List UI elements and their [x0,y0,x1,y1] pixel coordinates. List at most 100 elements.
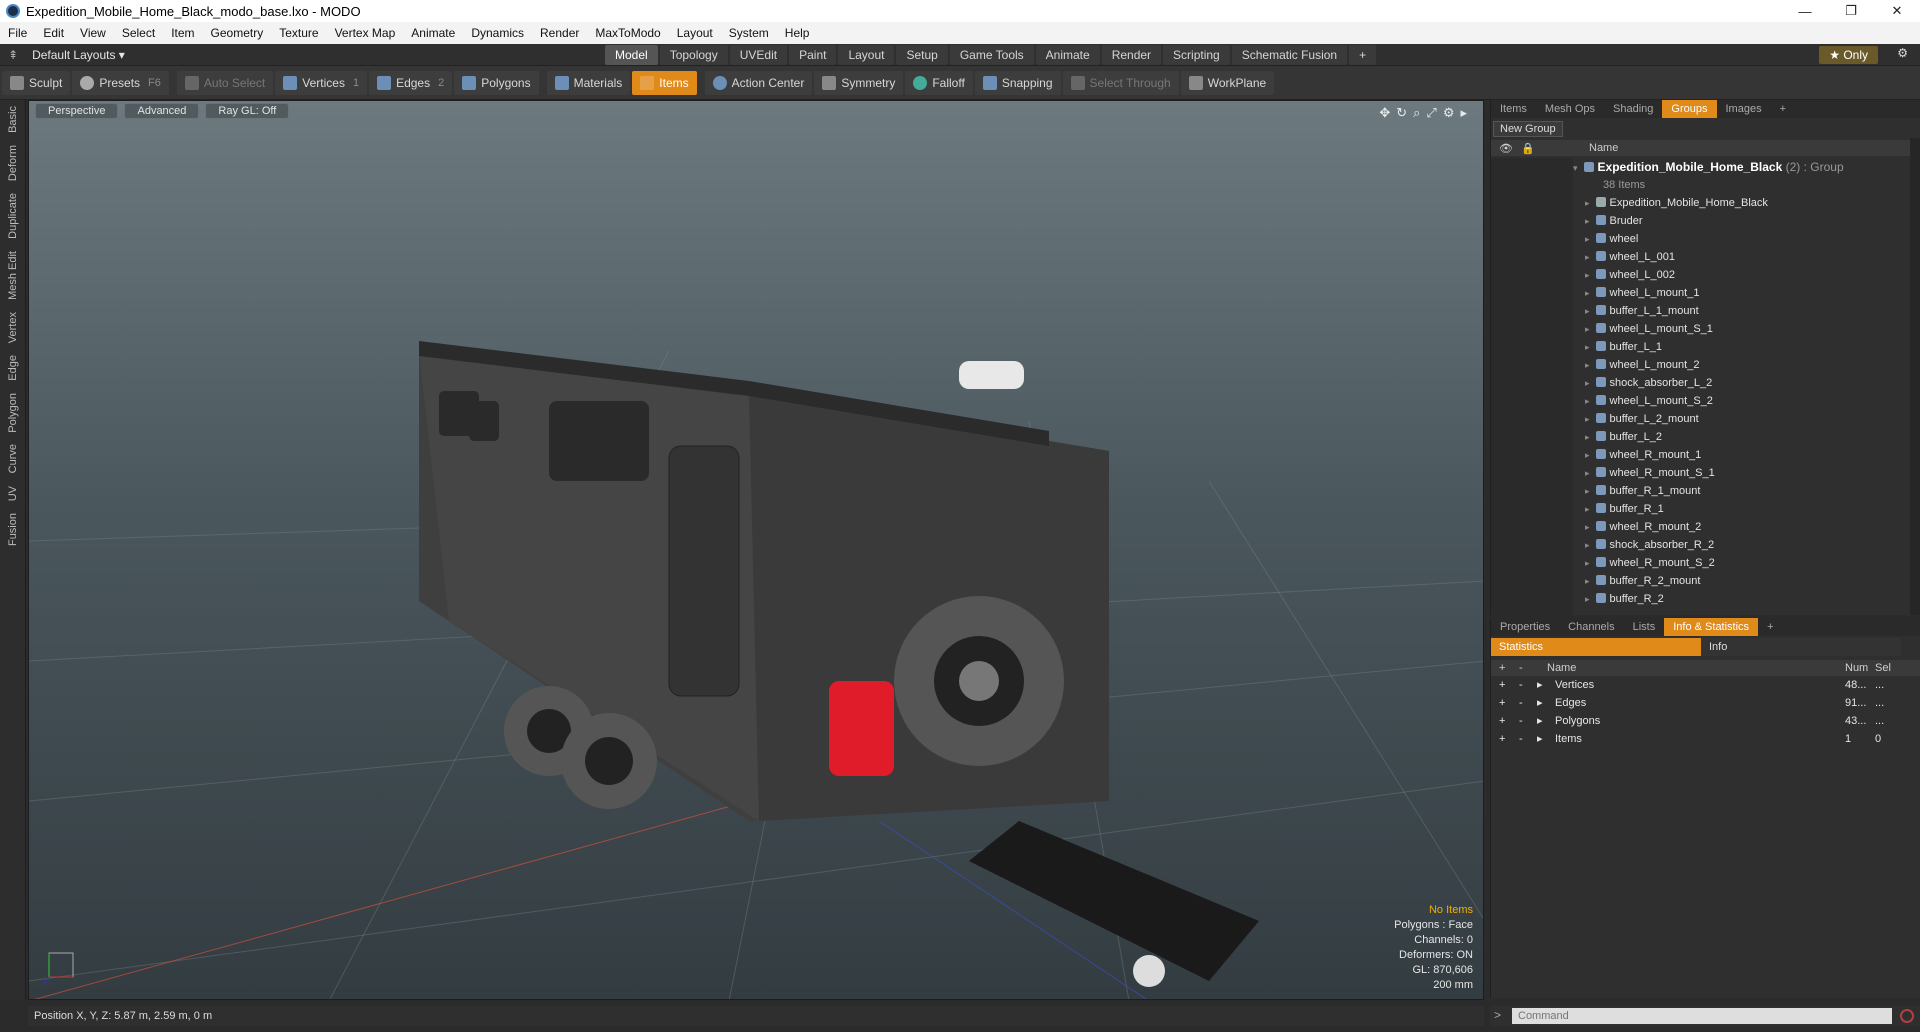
polygons-button[interactable]: Polygons [454,70,539,95]
menu-vertex-map[interactable]: Vertex Map [327,26,404,40]
action-center-button[interactable]: Action Center [704,70,813,95]
tab-info-statistics[interactable]: Info & Statistics [1664,618,1759,636]
remove-icon[interactable]: - [1519,694,1523,712]
sculpt-button[interactable]: Sculpt [2,70,71,95]
list-item[interactable]: ▸ buffer_L_2 [1573,428,1911,446]
expand-arrow-icon[interactable]: ▸ [1585,270,1590,280]
viewport-menu-icon[interactable]: ▸ [1460,105,1467,121]
tab-topology[interactable]: Topology [659,45,728,65]
menu-layout[interactable]: Layout [669,26,721,40]
list-item[interactable]: ▸ buffer_L_2_mount [1573,410,1911,428]
list-item[interactable]: ▸ buffer_L_1 [1573,338,1911,356]
menu-help[interactable]: Help [777,26,818,40]
expand-arrow-icon[interactable]: ▸ [1537,676,1543,694]
pan-icon[interactable]: ✥ [1379,105,1390,121]
expand-arrow-icon[interactable]: ▸ [1585,234,1590,244]
list-item[interactable]: ▸ wheel_L_001 [1573,248,1911,266]
stats-row-items[interactable]: + - ▸ Items 1 0 [1491,730,1920,748]
list-item[interactable]: ▸ wheel_L_002 [1573,266,1911,284]
expand-arrow-icon[interactable]: ▸ [1585,576,1590,586]
expand-arrow-icon[interactable]: ▸ [1585,198,1590,208]
list-item[interactable]: ▸ wheel_L_mount_S_2 [1573,392,1911,410]
expand-arrow-icon[interactable]: ▸ [1585,468,1590,478]
menu-item[interactable]: Item [163,26,202,40]
items-button[interactable]: Items [632,70,697,95]
expand-arrow-icon[interactable]: ▸ [1585,540,1590,550]
fit-icon[interactable]: ⤢ [1426,105,1436,121]
expand-arrow-icon[interactable]: ▸ [1585,486,1590,496]
list-item[interactable]: ▸ wheel [1573,230,1911,248]
tab-scripting[interactable]: Scripting [1163,45,1230,65]
expand-arrow-icon[interactable]: ▸ [1537,694,1543,712]
menu-view[interactable]: View [72,26,114,40]
palette-mesh-edit[interactable]: Mesh Edit [7,245,19,306]
symmetry-button[interactable]: Symmetry [814,70,904,95]
palette-basic[interactable]: Basic [7,100,19,139]
tab-paint[interactable]: Paint [789,45,837,65]
advanced-button[interactable]: Advanced [124,103,200,119]
view-type-button[interactable]: Perspective [35,103,119,119]
tab-game-tools[interactable]: Game Tools [949,45,1034,65]
select-through-button[interactable]: Select Through [1062,70,1179,95]
expand-arrow-icon[interactable]: ▸ [1585,306,1590,316]
edges-button[interactable]: Edges 2 [369,70,453,95]
list-item[interactable]: ▸ wheel_L_mount_1 [1573,284,1911,302]
menu-file[interactable]: File [0,26,35,40]
viewport-settings-icon[interactable]: ⚙ [1443,105,1455,121]
record-macro-icon[interactable] [1900,1009,1914,1023]
menu-render[interactable]: Render [532,26,587,40]
menu-edit[interactable]: Edit [35,26,72,40]
stats-row-vertices[interactable]: + - ▸ Vertices 48... ... [1491,676,1920,694]
info-tab[interactable]: Info [1701,638,1901,656]
maximize-button[interactable]: ❐ [1828,0,1874,22]
add-tab-button[interactable]: + [1349,45,1377,65]
remove-icon[interactable]: - [1519,730,1523,748]
list-item[interactable]: ▸ wheel_R_mount_1 [1573,446,1911,464]
raygl-button[interactable]: Ray GL: Off [205,103,290,119]
expand-arrow-icon[interactable]: ▸ [1537,712,1543,730]
expand-arrow-icon[interactable]: ▸ [1585,414,1590,424]
expand-arrow-icon[interactable]: ▸ [1585,252,1590,262]
stats-row-edges[interactable]: + - ▸ Edges 91... ... [1491,694,1920,712]
visibility-columns[interactable] [1491,158,1573,635]
list-item[interactable]: ▸ wheel_R_mount_S_2 [1573,554,1911,572]
palette-polygon[interactable]: Polygon [7,387,19,439]
tab-images[interactable]: Images [1717,100,1771,118]
tab-channels[interactable]: Channels [1559,618,1623,636]
add-icon[interactable]: + [1499,694,1505,712]
list-item[interactable]: ▸ buffer_R_1 [1573,500,1911,518]
rotate-icon[interactable]: ↻ [1396,105,1407,121]
expand-arrow-icon[interactable]: ▸ [1585,288,1590,298]
falloff-button[interactable]: Falloff [905,70,973,95]
list-item[interactable]: ▸ shock_absorber_L_2 [1573,374,1911,392]
expand-arrow-icon[interactable]: ▸ [1537,730,1543,748]
tab-items[interactable]: Items [1491,100,1536,118]
collapse-icon[interactable]: ⇞ [0,48,26,62]
3d-viewport[interactable]: Perspective Advanced Ray GL: Off ✥ ↻ ⌕ ⤢… [28,100,1484,1000]
palette-vertex[interactable]: Vertex [7,306,19,349]
list-item[interactable]: ▸ buffer_R_1_mount [1573,482,1911,500]
list-item[interactable]: ▸ Bruder [1573,212,1911,230]
expand-arrow-icon[interactable]: ▸ [1585,504,1590,514]
tab-layout[interactable]: Layout [838,45,895,65]
statistics-tab[interactable]: Statistics [1491,638,1701,656]
list-item[interactable]: ▸ Expedition_Mobile_Home_Black [1573,194,1911,212]
auto-select-button[interactable]: Auto Select [176,70,274,95]
menu-geometry[interactable]: Geometry [203,26,272,40]
expand-arrow-icon[interactable]: ▸ [1585,450,1590,460]
expand-arrow-icon[interactable]: ▸ [1585,378,1590,388]
minimize-button[interactable]: — [1782,0,1828,22]
add-panel-tab[interactable]: + [1771,100,1795,118]
tab-shading[interactable]: Shading [1604,100,1662,118]
command-history-icon[interactable]: > [1494,1008,1501,1022]
tab-schematic-fusion[interactable]: Schematic Fusion [1231,45,1348,65]
tab-animate[interactable]: Animate [1035,45,1100,65]
expand-arrow-icon[interactable]: ▸ [1585,216,1590,226]
remove-icon[interactable]: - [1519,676,1523,694]
expand-arrow-icon[interactable]: ▸ [1585,594,1590,604]
remove-icon[interactable]: - [1519,712,1523,730]
list-item[interactable]: ▸ wheel_L_mount_S_1 [1573,320,1911,338]
list-item[interactable]: ▸ wheel_L_mount_2 [1573,356,1911,374]
expand-arrow-icon[interactable]: ▸ [1585,522,1590,532]
menu-maxtomodo[interactable]: MaxToModo [587,26,668,40]
